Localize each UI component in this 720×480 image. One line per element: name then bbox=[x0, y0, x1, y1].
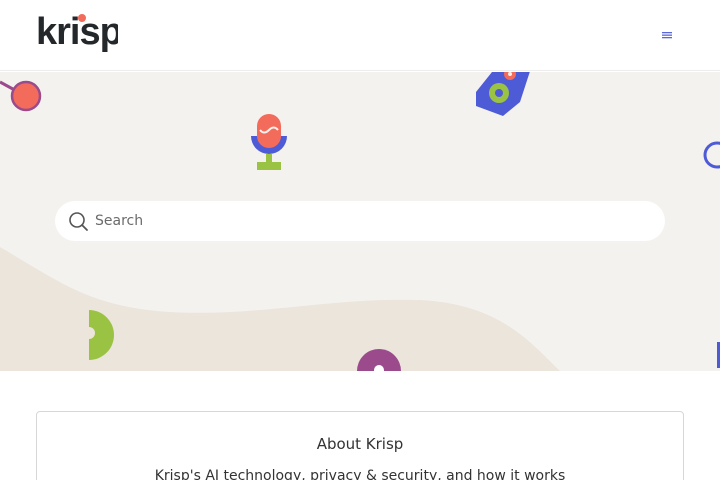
hero-wave bbox=[0, 247, 560, 371]
microphone-icon bbox=[251, 114, 287, 170]
search-bar[interactable] bbox=[55, 201, 665, 241]
krisp-logo[interactable]: krisp bbox=[36, 11, 123, 53]
tag-icon bbox=[476, 72, 530, 116]
site-header: krisp bbox=[0, 0, 720, 71]
paperclip-icon bbox=[0, 80, 42, 112]
half-circle-cutout bbox=[83, 327, 95, 339]
hamburger-icon[interactable] bbox=[656, 24, 678, 46]
search-icon bbox=[67, 210, 89, 232]
hero-section bbox=[0, 72, 720, 371]
category-title: About Krisp bbox=[316, 435, 404, 453]
ring-icon bbox=[703, 141, 720, 169]
category-description: Krisp's AI technology, privacy & securit… bbox=[154, 468, 566, 480]
svg-text:krisp: krisp bbox=[36, 13, 118, 53]
category-card-about[interactable]: About Krisp Krisp's AI technology, priva… bbox=[36, 411, 684, 480]
search-input[interactable] bbox=[95, 201, 655, 241]
